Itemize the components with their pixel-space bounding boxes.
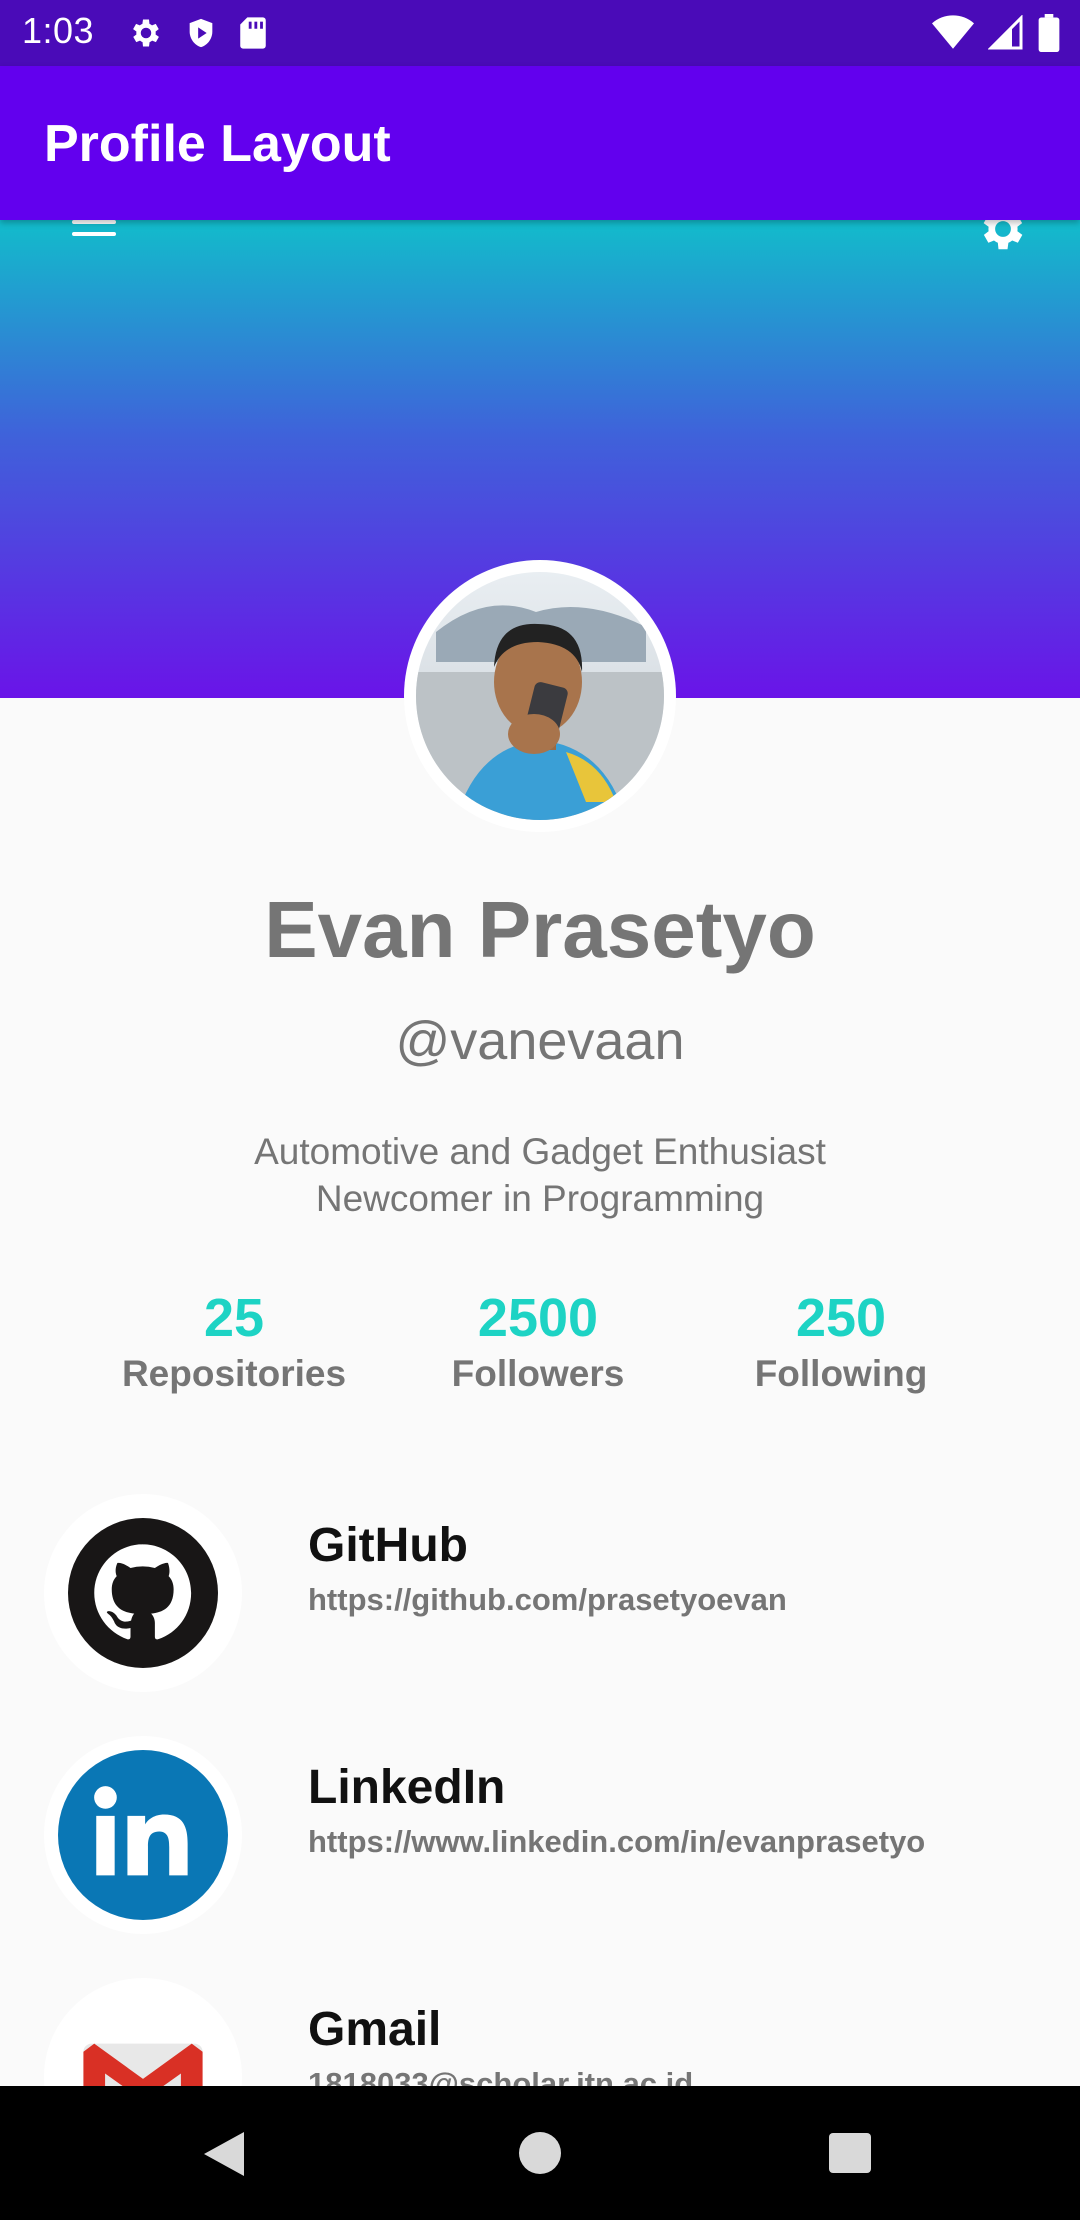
menu-icon[interactable] — [72, 220, 116, 238]
avatar[interactable] — [404, 560, 676, 832]
wifi-icon — [932, 15, 974, 49]
link-item-linkedin[interactable]: LinkedIn https://www.linkedin.com/in/eva… — [0, 1736, 1080, 1946]
link-url[interactable]: https://github.com/prasetyoevan — [308, 1582, 787, 1618]
shield-icon — [189, 18, 213, 48]
app-bar: Profile Layout — [0, 66, 1080, 220]
stat-value: 25 — [203, 1288, 265, 1348]
link-item-github[interactable]: GitHub https://github.com/prasetyoevan — [0, 1494, 1080, 1704]
linkedin-icon — [44, 1736, 242, 1934]
stat-followers[interactable]: 2500 Followers — [388, 1285, 688, 1395]
stat-label: Followers — [451, 1353, 625, 1394]
stat-repositories[interactable]: 25 Repositories — [84, 1285, 384, 1395]
gear-icon[interactable] — [976, 220, 1030, 256]
status-icons-left — [128, 15, 268, 51]
github-icon — [44, 1494, 242, 1692]
profile-handle: @vanevaan — [395, 1011, 685, 1071]
sd-card-icon — [240, 17, 266, 49]
link-title: GitHub — [308, 1519, 468, 1572]
stat-label: Repositories — [121, 1353, 347, 1394]
profile-screen: 1:03 Profile Layout Evan Prasetyo @vanev… — [0, 0, 1080, 2220]
stat-value: 2500 — [477, 1288, 599, 1348]
bio-line: Newcomer in Programming — [315, 1178, 765, 1219]
stat-following[interactable]: 250 Following — [691, 1285, 991, 1395]
app-title: Profile Layout — [44, 115, 391, 173]
bio-line: Automotive and Gadget Enthusiast — [254, 1131, 826, 1172]
status-icons-right — [932, 14, 1060, 52]
status-time: 1:03 — [22, 10, 95, 51]
link-url[interactable]: https://www.linkedin.com/in/evanprasetyo — [308, 1824, 925, 1860]
link-title: Gmail — [308, 2003, 442, 2056]
link-title: LinkedIn — [308, 1761, 506, 1814]
battery-icon — [1038, 14, 1060, 52]
back-icon[interactable] — [200, 2130, 246, 2178]
profile-name: Evan Prasetyo — [264, 885, 816, 974]
settings-icon — [133, 19, 159, 47]
profile-bio: Automotive and Gadget Enthusiast Newcome… — [0, 1128, 1080, 1222]
avatar-photo — [416, 572, 664, 820]
stat-value: 250 — [795, 1288, 887, 1348]
signal-icon — [988, 15, 1023, 50]
navigation-bar — [0, 2086, 1080, 2220]
stat-label: Following — [754, 1353, 928, 1394]
recent-apps-icon[interactable] — [829, 2133, 871, 2173]
home-icon[interactable] — [519, 2132, 561, 2174]
status-bar: 1:03 — [0, 0, 1080, 66]
